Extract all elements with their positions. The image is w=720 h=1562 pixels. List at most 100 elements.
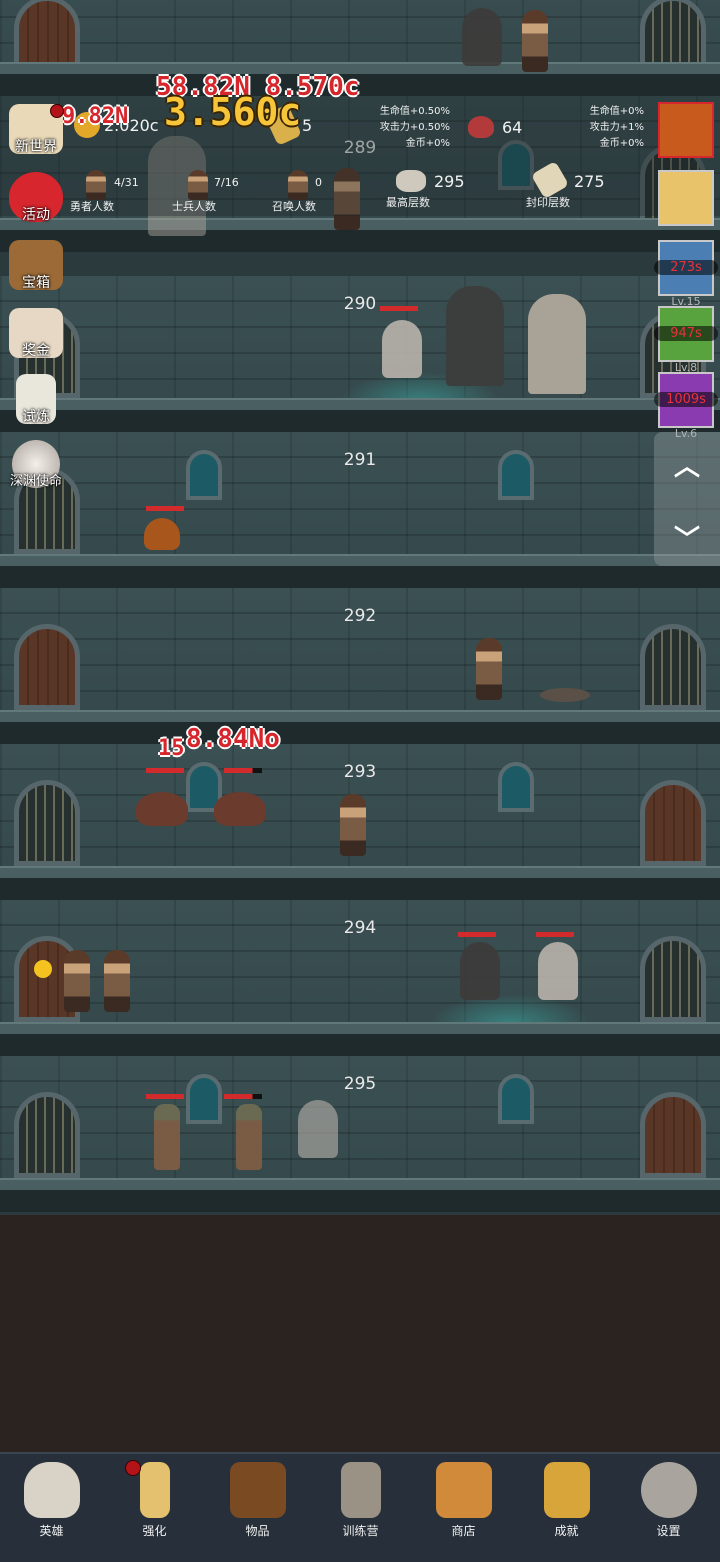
bonus-gold: 金币+0% bbox=[405, 138, 450, 149]
floor-ledge bbox=[0, 62, 720, 74]
seal-floor-label: 封印层数 bbox=[526, 196, 570, 209]
floor-number: 291 bbox=[343, 450, 377, 470]
floor-underside bbox=[0, 878, 720, 900]
scroll-up-button[interactable]: ︿ bbox=[654, 446, 720, 483]
damage-popup: 15 bbox=[158, 736, 185, 761]
mug-icon bbox=[435, 1462, 492, 1518]
nav-label: 成就 bbox=[554, 1524, 579, 1538]
hero-soldier[interactable] bbox=[64, 950, 90, 1012]
floor-underside bbox=[0, 566, 720, 588]
enemy-ghost[interactable] bbox=[298, 1100, 338, 1158]
nav-label: 英雄 bbox=[39, 1524, 64, 1538]
gem-icon bbox=[468, 116, 494, 138]
side-button-new-world[interactable]: 新世界 bbox=[4, 104, 68, 156]
side-button-label: 奖金 bbox=[22, 343, 50, 359]
enemy-wraith[interactable] bbox=[462, 8, 502, 66]
nav-training-camp[interactable]: 训练营 bbox=[309, 1454, 412, 1562]
side-button-label: 宝箱 bbox=[22, 275, 50, 291]
floor-underside bbox=[0, 1190, 720, 1212]
floor-292: 292 bbox=[0, 588, 720, 744]
nav-label: 物品 bbox=[245, 1524, 270, 1538]
enemy-ghost[interactable] bbox=[538, 942, 578, 1000]
skull-icon bbox=[23, 1462, 80, 1518]
enemy-reaper[interactable] bbox=[528, 294, 586, 394]
seal-floor-value: 275 bbox=[574, 172, 605, 191]
gate bbox=[640, 624, 706, 710]
side-button-bonus[interactable]: 奖金 bbox=[4, 308, 68, 360]
door bbox=[14, 624, 80, 710]
book-icon bbox=[229, 1462, 286, 1518]
floor-scroller: ︿ ﹀ bbox=[654, 432, 720, 566]
side-button-abyss[interactable]: 深渊使命 bbox=[4, 440, 68, 489]
floor-underside bbox=[0, 74, 720, 96]
bonus-hp: 生命值+0.50% bbox=[379, 106, 450, 117]
summon-count-icon bbox=[288, 170, 308, 200]
bonus-list-right: 生命值+0% 攻击力+1% 金币+0% bbox=[540, 104, 644, 152]
nav-label: 商店 bbox=[451, 1524, 476, 1538]
enemy-health-bar bbox=[146, 1094, 184, 1099]
hero-mage[interactable] bbox=[340, 794, 366, 856]
bonus-hp: 生命值+0% bbox=[589, 106, 644, 117]
floor-number: 292 bbox=[343, 606, 377, 626]
buff-shield[interactable]: 947s Lv.8 bbox=[654, 306, 718, 374]
floor-ledge bbox=[0, 710, 720, 722]
nav-items[interactable]: 物品 bbox=[206, 1454, 309, 1562]
gem-count: 64 bbox=[502, 118, 523, 137]
nav-label: 强化 bbox=[142, 1524, 167, 1538]
torch-flame bbox=[34, 960, 52, 978]
door bbox=[640, 1092, 706, 1178]
nav-label: 训练营 bbox=[342, 1524, 379, 1538]
gear-icon bbox=[640, 1462, 697, 1518]
floor-290: 290 bbox=[0, 276, 720, 432]
nav-achievements[interactable]: 成就 bbox=[515, 1454, 618, 1562]
floor-ledge bbox=[0, 1022, 720, 1034]
side-button-trial[interactable]: 试炼 bbox=[4, 374, 68, 426]
buff-sword[interactable]: 273s Lv.15 bbox=[654, 240, 718, 308]
enemy-remains bbox=[540, 688, 590, 702]
enemy-health-bar bbox=[224, 1094, 262, 1099]
window bbox=[498, 450, 534, 500]
scroll-down-button[interactable]: ﹀ bbox=[654, 519, 720, 556]
enemy-wraith[interactable] bbox=[460, 942, 500, 1000]
highest-floor-label: 最高层数 bbox=[386, 196, 430, 209]
window bbox=[186, 450, 222, 500]
damage-popup: 9.82N bbox=[62, 104, 129, 129]
lantern-icon bbox=[340, 1462, 381, 1518]
nav-heroes[interactable]: 英雄 bbox=[0, 1454, 103, 1562]
damage-popup: 8.84No bbox=[186, 724, 280, 754]
floor-ledge bbox=[0, 554, 720, 566]
enemy-slime[interactable] bbox=[144, 518, 180, 550]
floor-underside bbox=[0, 1034, 720, 1056]
hero-spearman[interactable] bbox=[476, 638, 502, 700]
enemy-health-bar bbox=[146, 768, 184, 773]
key-icon bbox=[543, 1462, 590, 1518]
enemy-reaper[interactable] bbox=[446, 286, 504, 386]
summon-count-value: 0 bbox=[315, 176, 322, 189]
side-button-events[interactable]: 活动 bbox=[4, 172, 68, 224]
buff-candle[interactable] bbox=[658, 170, 714, 226]
enemy-bat[interactable] bbox=[136, 792, 188, 826]
buff-potion[interactable]: 1009s Lv.6 bbox=[654, 372, 718, 440]
side-button-label: 活动 bbox=[22, 207, 50, 223]
nav-label: 设置 bbox=[656, 1524, 681, 1538]
gold-popup: 3.560c bbox=[164, 90, 302, 134]
hero-soldier[interactable] bbox=[104, 950, 130, 1012]
scroll-count: 5 bbox=[302, 116, 313, 135]
floor-ledge bbox=[0, 218, 720, 230]
notification-dot bbox=[125, 1460, 141, 1476]
side-button-chest[interactable]: 宝箱 bbox=[4, 240, 68, 292]
enemy-zombie[interactable] bbox=[154, 1104, 180, 1170]
nav-upgrade[interactable]: 强化 bbox=[103, 1454, 206, 1562]
bonus-atk: 攻击力+1% bbox=[589, 122, 644, 133]
floor-294: 294 bbox=[0, 900, 720, 1056]
highest-floor-value: 295 bbox=[434, 172, 465, 191]
enemy-ghost[interactable] bbox=[382, 320, 422, 378]
enemy-bat[interactable] bbox=[214, 792, 266, 826]
bonus-list-left: 生命值+0.50% 攻击力+0.50% 金币+0% bbox=[340, 104, 450, 152]
hero-warrior[interactable] bbox=[522, 10, 548, 72]
nav-shop[interactable]: 商店 bbox=[412, 1454, 515, 1562]
nav-settings[interactable]: 设置 bbox=[617, 1454, 720, 1562]
enemy-health-bar bbox=[458, 932, 496, 937]
enemy-zombie[interactable] bbox=[236, 1104, 262, 1170]
buff-pumpkin[interactable] bbox=[658, 102, 714, 158]
